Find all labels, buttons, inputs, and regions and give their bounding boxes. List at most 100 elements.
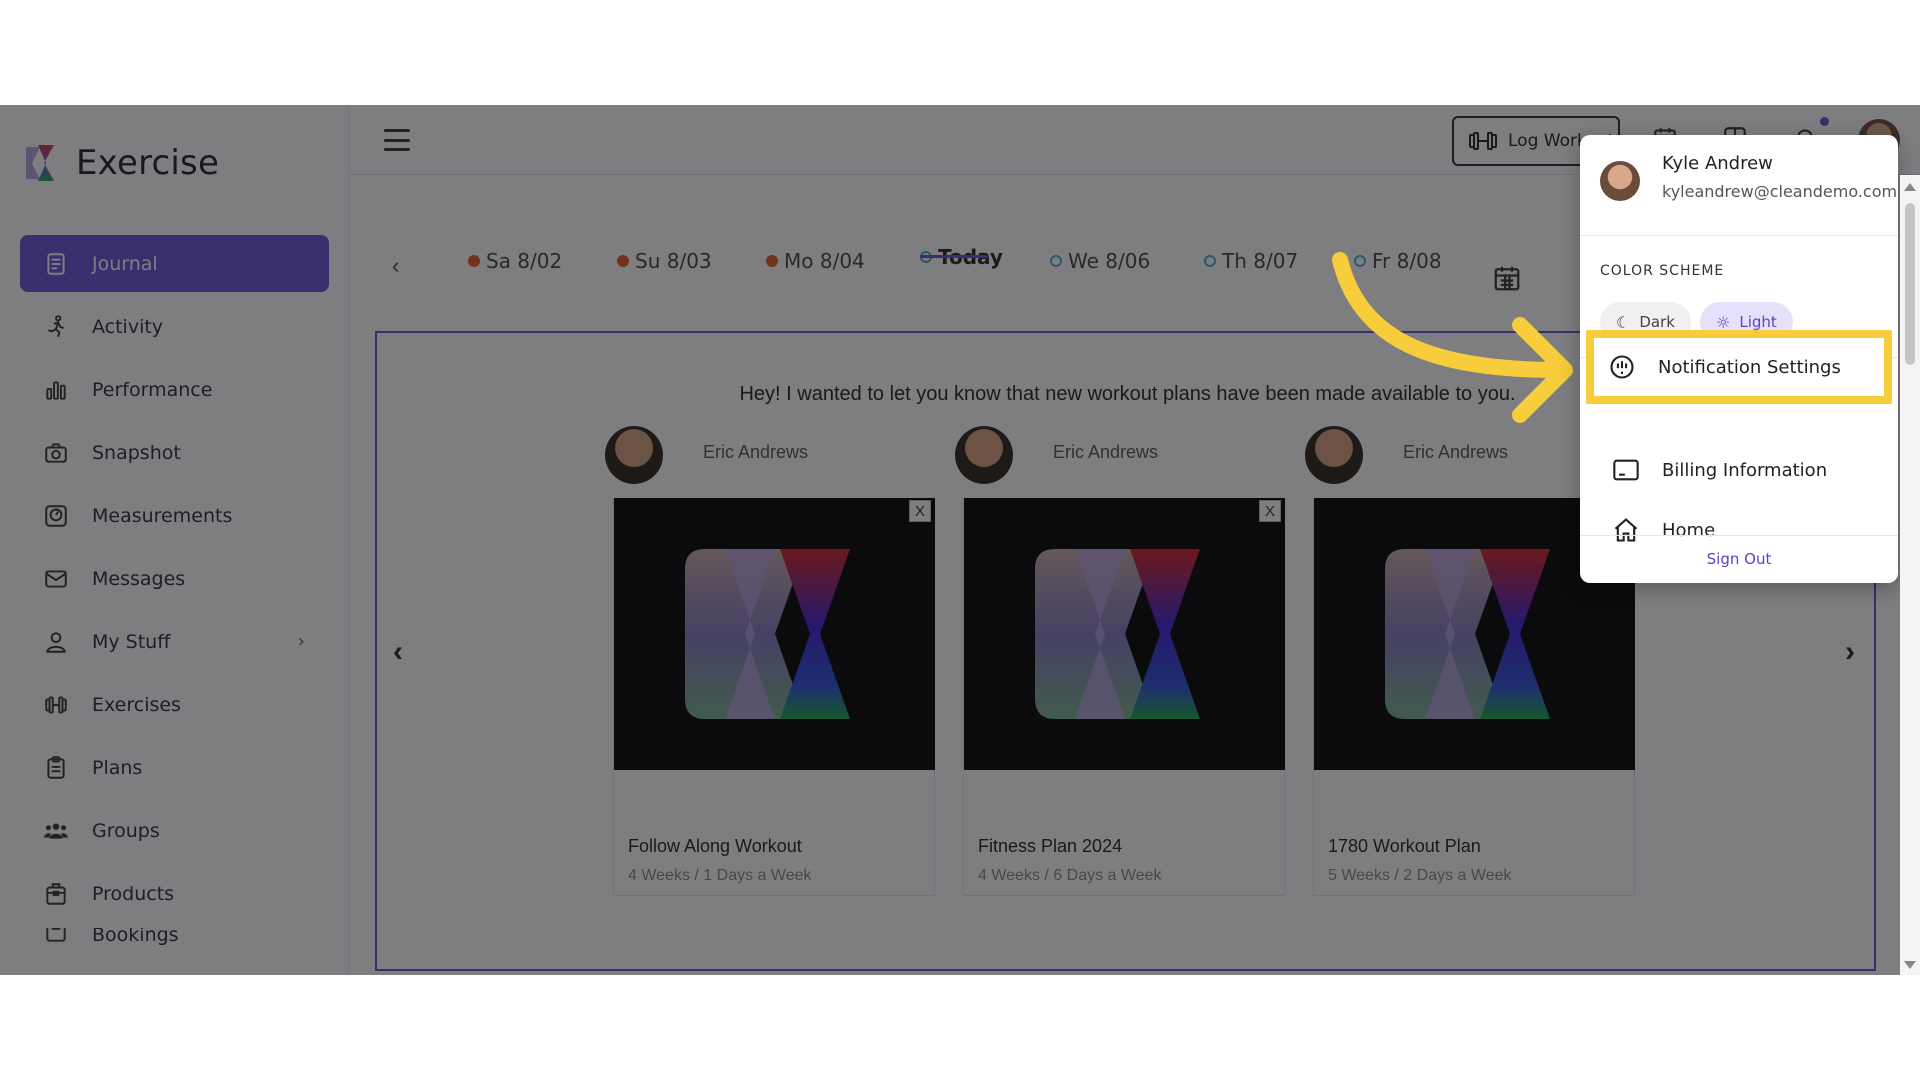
sidebar-nav: Journal Activity Performance Snapshot Me… [20, 235, 329, 952]
dark-scheme-label: Dark [1639, 313, 1675, 331]
scroll-up-arrow[interactable] [1904, 183, 1916, 191]
status-dot [1204, 255, 1216, 267]
sidebar-item-performance[interactable]: Performance [20, 361, 329, 418]
journal-icon [42, 250, 70, 278]
day-label: Sa 8/02 [486, 249, 563, 273]
sign-out-link[interactable]: Sign Out [1580, 550, 1898, 568]
menu-icon[interactable] [384, 129, 410, 151]
day-tab-th[interactable]: Th 8/07 [1204, 249, 1298, 273]
sidebar-item-label: Groups [92, 819, 160, 842]
author-name: Eric Andrews [703, 442, 809, 462]
sidebar-item-measurements[interactable]: Measurements [20, 487, 329, 544]
plan-card[interactable]: Eric Andrews X Follow Along Workout 4 We… [605, 426, 935, 896]
carousel-next-icon[interactable]: › [1845, 635, 1855, 669]
person-icon [42, 628, 70, 656]
chevron-left-icon[interactable]: ‹ [392, 253, 399, 279]
sidebar-item-messages[interactable]: Messages [20, 550, 329, 607]
sidebar-item-journal[interactable]: Journal [20, 235, 329, 292]
card-title: Follow Along Workout [628, 836, 802, 856]
close-button[interactable]: X [1259, 500, 1281, 522]
notification-settings-icon [1610, 355, 1634, 379]
highlight-frame: Notification Settings [1586, 330, 1892, 404]
annotation-arrow-icon [1332, 252, 1573, 423]
clipboard-icon [42, 754, 70, 782]
plan-card[interactable]: Eric Andrews X Fitness Plan 2024 4 Weeks… [955, 426, 1285, 896]
camera-icon [42, 439, 70, 467]
sun-icon: ☼ [1716, 312, 1731, 332]
close-button[interactable]: X [909, 500, 931, 522]
status-dot [766, 255, 778, 267]
card-body: X Follow Along Workout 4 Weeks / 1 Days … [613, 498, 935, 896]
divider [1580, 235, 1898, 236]
carousel-prev-icon[interactable]: ‹ [393, 635, 403, 669]
sidebar-item-label: Bookings [92, 928, 179, 946]
card-subtitle: 4 Weeks / 1 Days a Week [628, 867, 812, 884]
billing-icon [1613, 459, 1639, 481]
author-avatar [955, 426, 1013, 484]
box-icon [42, 880, 70, 908]
user-email: kyleandrew@cleandemo.com [1662, 182, 1898, 201]
dumbbell-icon [1469, 132, 1497, 150]
plan-logo-icon [1384, 549, 1550, 719]
sidebar-item-plans[interactable]: Plans [20, 739, 329, 796]
app-window: Exercise Journal Activity Performance Sn… [0, 105, 1920, 975]
billing-label: Billing Information [1662, 459, 1828, 481]
day-label: Th 8/07 [1222, 249, 1299, 273]
sidebar-item-groups[interactable]: Groups [20, 802, 329, 859]
day-label: Su 8/03 [635, 249, 712, 273]
status-dot [617, 255, 629, 267]
sidebar-item-snapshot[interactable]: Snapshot [20, 424, 329, 481]
card-subtitle: 5 Weeks / 2 Days a Week [1328, 867, 1512, 884]
sidebar-item-bookings[interactable]: Bookings [20, 928, 329, 946]
notification-settings-menu-item[interactable]: Notification Settings [1594, 338, 1884, 396]
divider [1580, 535, 1898, 536]
day-tab-sa[interactable]: Sa 8/02 [468, 249, 562, 273]
sidebar-item-products[interactable]: Products [20, 865, 329, 922]
card-title: Fitness Plan 2024 [978, 836, 1123, 856]
scroll-down-arrow[interactable] [1904, 961, 1916, 969]
author-avatar [605, 426, 663, 484]
user-name: Kyle Andrew [1662, 153, 1773, 174]
scroll-thumb[interactable] [1905, 203, 1915, 365]
notification-settings-label: Notification Settings [1658, 356, 1841, 378]
scale-icon [42, 502, 70, 530]
user-avatar [1600, 161, 1640, 201]
sidebar-item-activity[interactable]: Activity [20, 298, 329, 355]
card-image: X [964, 498, 1285, 770]
moon-icon: ☾ [1616, 312, 1631, 332]
plan-logo-icon [1034, 549, 1200, 719]
day-label: Mo 8/04 [784, 249, 865, 273]
card-body: X Fitness Plan 2024 4 Weeks / 6 Days a W… [963, 498, 1285, 896]
page-scrollbar[interactable] [1900, 175, 1920, 975]
status-dot [1050, 255, 1062, 267]
color-scheme-heading: COLOR SCHEME [1600, 263, 1725, 279]
exercise-logo-icon [26, 145, 54, 181]
plan-logo-icon [684, 549, 850, 719]
sidebar-item-my-stuff[interactable]: My Stuff › [20, 613, 329, 670]
day-tab-su[interactable]: Su 8/03 [617, 249, 712, 273]
notification-dot [1820, 117, 1829, 126]
card-header: Eric Andrews [605, 426, 935, 488]
list-icon [42, 928, 70, 946]
author-name: Eric Andrews [1403, 442, 1509, 462]
sidebar-item-exercises[interactable]: Exercises [20, 676, 329, 733]
card-image: X [614, 498, 935, 770]
sidebar-item-label: Measurements [92, 504, 233, 527]
day-tab-we[interactable]: We 8/06 [1050, 249, 1150, 273]
sidebar-item-label: Journal [92, 252, 158, 275]
billing-information-menu-item[interactable]: Billing Information [1580, 441, 1898, 499]
bar-chart-icon [42, 376, 70, 404]
chevron-right-icon: › [297, 631, 305, 652]
dumbbell-icon [42, 691, 70, 719]
sidebar-item-label: Messages [92, 567, 186, 590]
day-tab-mo[interactable]: Mo 8/04 [766, 249, 865, 273]
sidebar-item-label: My Stuff [92, 630, 171, 653]
brand[interactable]: Exercise [24, 143, 219, 183]
sidebar-item-label: Products [92, 882, 175, 905]
sidebar-item-label: Activity [92, 315, 164, 338]
author-name: Eric Andrews [1053, 442, 1159, 462]
sidebar: Exercise Journal Activity Performance Sn… [0, 105, 349, 975]
author-avatar [1305, 426, 1363, 484]
group-icon [42, 817, 70, 845]
card-subtitle: 4 Weeks / 6 Days a Week [978, 867, 1162, 884]
